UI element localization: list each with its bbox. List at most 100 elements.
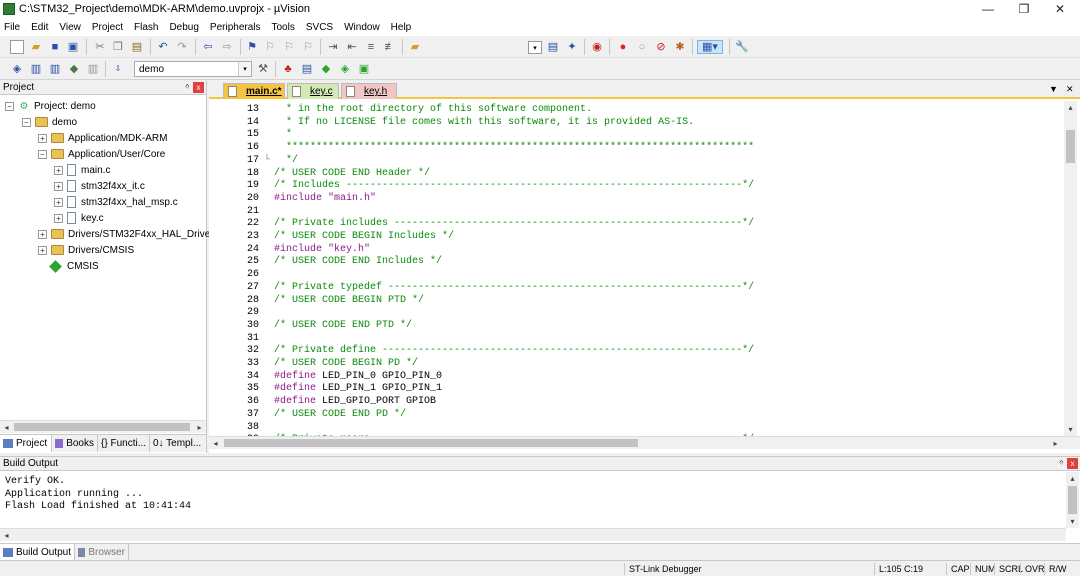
code-line[interactable]: 38 bbox=[209, 421, 1064, 434]
menu-view[interactable]: View bbox=[59, 22, 81, 33]
chevron-down-icon[interactable]: ▾ bbox=[238, 62, 251, 76]
build-hscroll[interactable]: ◂ bbox=[0, 528, 1066, 541]
scroll-right-icon[interactable]: ▸ bbox=[193, 421, 206, 433]
tab-key-h[interactable]: key.h bbox=[341, 83, 397, 99]
copy-icon[interactable]: ❐ bbox=[111, 40, 125, 54]
tab-key-c[interactable]: key.c bbox=[287, 83, 339, 99]
open-file-icon[interactable]: ▰ bbox=[29, 40, 43, 54]
build-vscroll[interactable]: ▴ ▾ bbox=[1066, 472, 1079, 528]
translate-icon[interactable]: ◈ bbox=[10, 62, 24, 76]
tree-group[interactable]: + Drivers/STM32F4xx_HAL_Driver bbox=[38, 226, 214, 242]
tree-target[interactable]: − demo bbox=[22, 114, 77, 130]
scroll-up-icon[interactable]: ▴ bbox=[1066, 472, 1079, 485]
expand-icon[interactable]: + bbox=[38, 229, 47, 239]
select-packs-icon[interactable]: ◈ bbox=[338, 62, 352, 76]
code-line[interactable]: 21 bbox=[209, 205, 1064, 218]
code-line[interactable]: 32 /* Private define --------------------… bbox=[209, 344, 1064, 357]
expand-icon[interactable]: + bbox=[54, 213, 63, 223]
code-line[interactable]: 22 /* Private includes ------------------… bbox=[209, 217, 1064, 230]
download-icon[interactable]: ⇩ bbox=[111, 62, 125, 76]
tree-root[interactable]: − ⚙ Project: demo bbox=[5, 98, 96, 114]
navigate-forward-icon[interactable]: ⇨ bbox=[220, 40, 234, 54]
scroll-left-icon[interactable]: ◂ bbox=[0, 421, 13, 433]
stop-build-icon[interactable]: ▥ bbox=[86, 62, 100, 76]
tab-build-output[interactable]: Build Output bbox=[0, 544, 75, 561]
menu-svcs[interactable]: SVCS bbox=[306, 22, 333, 33]
expand-icon[interactable]: + bbox=[54, 181, 63, 191]
scroll-left-icon[interactable]: ◂ bbox=[209, 437, 222, 449]
scroll-right-icon[interactable]: ▸ bbox=[1049, 437, 1062, 449]
code-line[interactable]: 30 /* USER CODE END PTD */ bbox=[209, 319, 1064, 332]
tree-file[interactable]: + stm32f4xx_hal_msp.c bbox=[54, 194, 178, 210]
tab-browser[interactable]: Browser bbox=[75, 544, 129, 561]
save-all-icon[interactable]: ▣ bbox=[66, 40, 80, 54]
menu-window[interactable]: Window bbox=[344, 22, 380, 33]
code-line[interactable]: 19 /* Includes --------------------------… bbox=[209, 179, 1064, 192]
manage-rte-icon[interactable]: ◆ bbox=[319, 62, 333, 76]
batch-build-icon[interactable]: ◆ bbox=[67, 62, 81, 76]
fold-marker[interactable]: └ bbox=[264, 154, 270, 167]
window-layout-icon[interactable]: ▦▾ bbox=[697, 40, 723, 54]
tree-group[interactable]: − Application/User/Core bbox=[38, 146, 165, 162]
prev-bookmark-icon[interactable]: ⚐ bbox=[263, 40, 277, 54]
close-icon[interactable]: x bbox=[193, 82, 204, 93]
scroll-down-icon[interactable]: ▾ bbox=[1064, 423, 1077, 436]
cut-icon[interactable]: ✂ bbox=[93, 40, 107, 54]
find-combo-dropdown[interactable]: ▾ bbox=[528, 41, 542, 54]
save-icon[interactable]: ■ bbox=[48, 40, 62, 54]
code-line[interactable]: 20 #include "main.h" bbox=[209, 192, 1064, 205]
code-line[interactable]: 34 #define LED_PIN_0 GPIO_PIN_0 bbox=[209, 370, 1064, 383]
code-line[interactable]: 28 /* USER CODE BEGIN PTD */ bbox=[209, 294, 1064, 307]
tree-group[interactable]: + Application/MDK-ARM bbox=[38, 130, 167, 146]
build-icon[interactable]: ▥ bbox=[29, 62, 43, 76]
editor-hscroll[interactable]: ◂ ▸ bbox=[209, 436, 1080, 449]
unindent-icon[interactable]: ⇤ bbox=[345, 40, 359, 54]
menu-peripherals[interactable]: Peripherals bbox=[210, 22, 261, 33]
find-icon[interactable]: ▤ bbox=[546, 40, 560, 54]
pin-icon[interactable]: ᛜ bbox=[1059, 458, 1064, 468]
pin-icon[interactable]: ᛜ bbox=[185, 82, 190, 92]
tab-main-c[interactable]: main.c* bbox=[223, 83, 285, 99]
project-hscroll[interactable]: ◂ ▸ bbox=[0, 420, 206, 433]
scroll-thumb[interactable] bbox=[224, 439, 638, 447]
scroll-thumb[interactable] bbox=[14, 423, 190, 431]
code-line[interactable]: 13 * in the root directory of this softw… bbox=[209, 103, 1064, 116]
code-line[interactable]: 17 └ */ bbox=[209, 154, 1064, 167]
tab-books[interactable]: Books bbox=[52, 435, 98, 452]
code-line[interactable]: 33 /* USER CODE BEGIN PD */ bbox=[209, 357, 1064, 370]
redo-icon[interactable]: ↷ bbox=[175, 40, 189, 54]
menu-project[interactable]: Project bbox=[92, 22, 123, 33]
code-line[interactable]: 35 #define LED_PIN_1 GPIO_PIN_1 bbox=[209, 382, 1064, 395]
scroll-down-icon[interactable]: ▾ bbox=[1066, 515, 1079, 528]
scroll-left-icon[interactable]: ◂ bbox=[0, 529, 13, 541]
clear-bookmarks-icon[interactable]: ⚐ bbox=[301, 40, 315, 54]
indent-icon[interactable]: ⇥ bbox=[326, 40, 340, 54]
disable-all-breakpoints-icon[interactable]: ⊘ bbox=[654, 40, 668, 54]
code-line[interactable]: 29 bbox=[209, 306, 1064, 319]
minimize-button[interactable]: — bbox=[970, 0, 1006, 18]
collapse-icon[interactable]: − bbox=[5, 101, 14, 111]
uncomment-icon[interactable]: ≢ bbox=[383, 40, 397, 54]
code-line[interactable]: 31 bbox=[209, 332, 1064, 345]
scroll-thumb[interactable] bbox=[1068, 486, 1077, 514]
code-line[interactable]: 18 /* USER CODE END Header */ bbox=[209, 167, 1064, 180]
rebuild-icon[interactable]: ▥ bbox=[48, 62, 62, 76]
comment-icon[interactable]: ≡ bbox=[364, 40, 378, 54]
tab-templates[interactable]: 0↓ Templ... bbox=[150, 435, 206, 452]
debug-session-icon[interactable]: ◉ bbox=[590, 40, 604, 54]
close-tab-icon[interactable]: ✕ bbox=[1066, 84, 1074, 95]
insert-breakpoint-icon[interactable]: ● bbox=[616, 40, 630, 54]
code-line[interactable]: 24 #include "key.h" bbox=[209, 243, 1064, 256]
configure-icon[interactable]: 🔧 bbox=[735, 40, 749, 54]
next-bookmark-icon[interactable]: ⚐ bbox=[282, 40, 296, 54]
tab-list-chevron-icon[interactable]: ▼ bbox=[1049, 84, 1058, 94]
maximize-button[interactable]: ❐ bbox=[1006, 0, 1042, 18]
tree-cmsis[interactable]: CMSIS bbox=[49, 258, 99, 274]
tree-file[interactable]: + stm32f4xx_it.c bbox=[54, 178, 145, 194]
expand-icon[interactable]: + bbox=[54, 165, 63, 175]
code-line[interactable]: 16 *************************************… bbox=[209, 141, 1064, 154]
code-line[interactable]: 26 bbox=[209, 268, 1064, 281]
collapse-icon[interactable]: − bbox=[22, 117, 31, 127]
manage-components-icon[interactable]: ♣ bbox=[281, 62, 295, 76]
file-extensions-icon[interactable]: ▤ bbox=[300, 62, 314, 76]
